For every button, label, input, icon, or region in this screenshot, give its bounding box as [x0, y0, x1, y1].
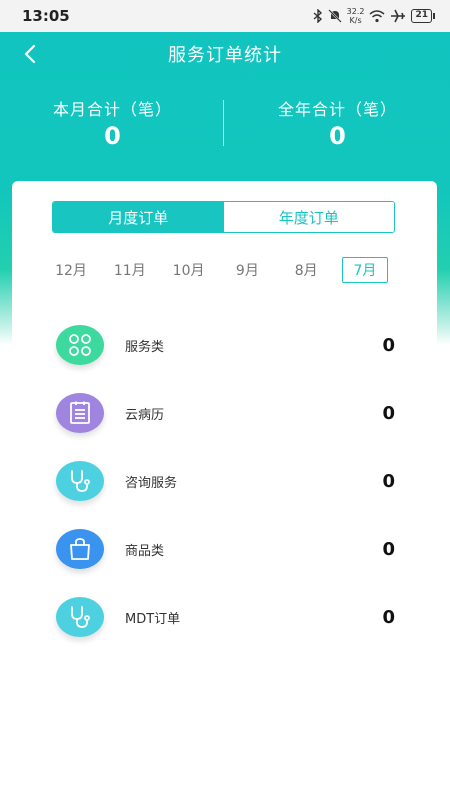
net-speed: 32.2 K/s [346, 7, 365, 25]
page-title: 服务订单统计 [168, 45, 282, 66]
stethoscope-icon [71, 606, 90, 628]
category-label: 服务类 [125, 339, 165, 355]
airplane-icon [391, 9, 406, 23]
back-arrow-icon [24, 44, 36, 64]
category-row-goods[interactable]: 商品类 0 [12, 515, 437, 583]
month-total-value: 0 [104, 122, 121, 150]
category-row-consultation[interactable]: 咨询服务 0 [12, 447, 437, 515]
year-total-label: 全年合计（笔） [277, 100, 397, 119]
battery-icon: 21 [411, 9, 435, 23]
category-value: 0 [382, 402, 395, 424]
summary-panel: 本月合计（笔） 0 全年合计（笔） 0 [0, 96, 450, 156]
category-label: 商品类 [125, 543, 165, 559]
nav-bar: 服务订单统计 [0, 32, 450, 76]
category-row-service[interactable]: 服务类 0 [12, 311, 437, 379]
status-icons: 32.2 K/s 21 [313, 7, 435, 25]
category-list: 服务类 0 云病历 0 咨询服务 0 商品类 0 MDT订单 0 [12, 311, 437, 651]
category-icon-cloud-record [56, 393, 104, 433]
year-total: 全年合计（笔） 0 [225, 96, 450, 156]
category-icon-mdt [56, 597, 104, 637]
status-bar: 13:05 32.2 K/s 21 [0, 0, 450, 32]
wifi-icon [369, 9, 385, 22]
category-icon-service [56, 325, 104, 365]
category-icon-consultation [56, 461, 104, 501]
category-label: MDT订单 [125, 611, 181, 627]
status-time: 13:05 [22, 7, 70, 25]
month-7[interactable]: 7月 [341, 257, 388, 283]
tab-monthly-orders[interactable]: 月度订单 [53, 202, 224, 232]
month-11[interactable]: 11月 [107, 257, 153, 283]
shopping-bag-icon [70, 538, 90, 560]
back-button[interactable] [14, 38, 46, 70]
month-total: 本月合计（笔） 0 [0, 96, 225, 156]
category-value: 0 [382, 538, 395, 560]
category-row-mdt[interactable]: MDT订单 0 [12, 583, 437, 651]
category-value: 0 [382, 470, 395, 492]
month-total-label: 本月合计（笔） [52, 100, 172, 119]
summary-divider [223, 100, 224, 146]
grid-icon [69, 334, 91, 356]
month-9[interactable]: 9月 [224, 257, 270, 283]
category-icon-goods [56, 529, 104, 569]
month-12[interactable]: 12月 [48, 257, 94, 283]
category-label: 云病历 [125, 407, 165, 423]
category-value: 0 [382, 334, 395, 356]
category-row-cloud-record[interactable]: 云病历 0 [12, 379, 437, 447]
orders-card: 月度订单 年度订单 12月 11月 10月 9月 8月 7月 服务类 0 云病历… [12, 181, 437, 800]
month-8[interactable]: 8月 [283, 257, 329, 283]
mute-icon [327, 9, 342, 23]
bluetooth-icon [313, 9, 322, 23]
stethoscope-icon [71, 470, 90, 492]
category-value: 0 [382, 606, 395, 628]
month-selector: 12月 11月 10月 9月 8月 7月 [48, 257, 388, 283]
category-label: 咨询服务 [125, 475, 178, 491]
document-icon [70, 401, 90, 424]
month-10[interactable]: 10月 [166, 257, 212, 283]
year-total-value: 0 [329, 122, 346, 150]
tab-yearly-orders[interactable]: 年度订单 [223, 202, 394, 232]
order-period-tabs: 月度订单 年度订单 [52, 201, 395, 233]
